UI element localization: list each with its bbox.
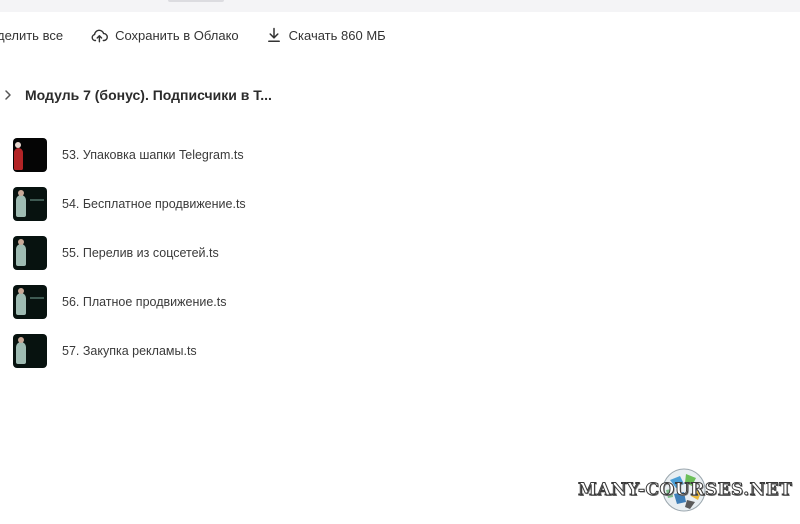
file-item[interactable]: 54. Бесплатное продвижение.ts <box>13 187 246 221</box>
save-to-cloud-label: Сохранить в Облако <box>115 27 239 43</box>
select-all-button[interactable]: делить все <box>0 28 63 43</box>
file-item[interactable]: 56. Платное продвижение.ts <box>13 285 246 319</box>
watermark: MANY-COURSES.NET <box>577 466 793 518</box>
file-item[interactable]: 53. Упаковка шапки Telegram.ts <box>13 138 246 172</box>
download-button[interactable]: Скачать 860 МБ <box>267 27 386 43</box>
file-item[interactable]: 55. Перелив из соцсетей.ts <box>13 236 246 270</box>
file-name: 56. Платное продвижение.ts <box>62 295 227 309</box>
chevron-right-icon[interactable] <box>3 89 13 101</box>
file-item[interactable]: 57. Закупка рекламы.ts <box>13 334 246 368</box>
cloud-upload-icon <box>91 29 109 42</box>
video-thumbnail <box>13 334 47 368</box>
action-toolbar: делить все Сохранить в Облако Скачать 86… <box>0 22 386 48</box>
folder-title: Модуль 7 (бонус). Подписчики в Т... <box>25 87 272 103</box>
save-to-cloud-button[interactable]: Сохранить в Облако <box>91 28 239 43</box>
top-bar <box>0 0 800 12</box>
video-thumbnail <box>13 285 47 319</box>
watermark-text: MANY-COURSES.NET <box>577 480 793 501</box>
video-thumbnail <box>13 138 47 172</box>
file-list: 53. Упаковка шапки Telegram.ts 54. Беспл… <box>13 138 246 383</box>
download-label: Скачать 860 МБ <box>288 27 386 43</box>
select-all-label: делить все <box>0 27 64 43</box>
file-name: 55. Перелив из соцсетей.ts <box>62 246 219 260</box>
file-share-page: делить все Сохранить в Облако Скачать 86… <box>0 0 800 524</box>
video-thumbnail <box>13 187 47 221</box>
file-name: 54. Бесплатное продвижение.ts <box>62 197 246 211</box>
file-name: 57. Закупка рекламы.ts <box>62 344 197 358</box>
download-icon <box>267 27 280 43</box>
video-thumbnail <box>13 236 47 270</box>
tab-indicator <box>168 0 224 2</box>
file-name: 53. Упаковка шапки Telegram.ts <box>62 148 244 162</box>
folder-header[interactable]: Модуль 7 (бонус). Подписчики в Т... <box>0 84 272 106</box>
